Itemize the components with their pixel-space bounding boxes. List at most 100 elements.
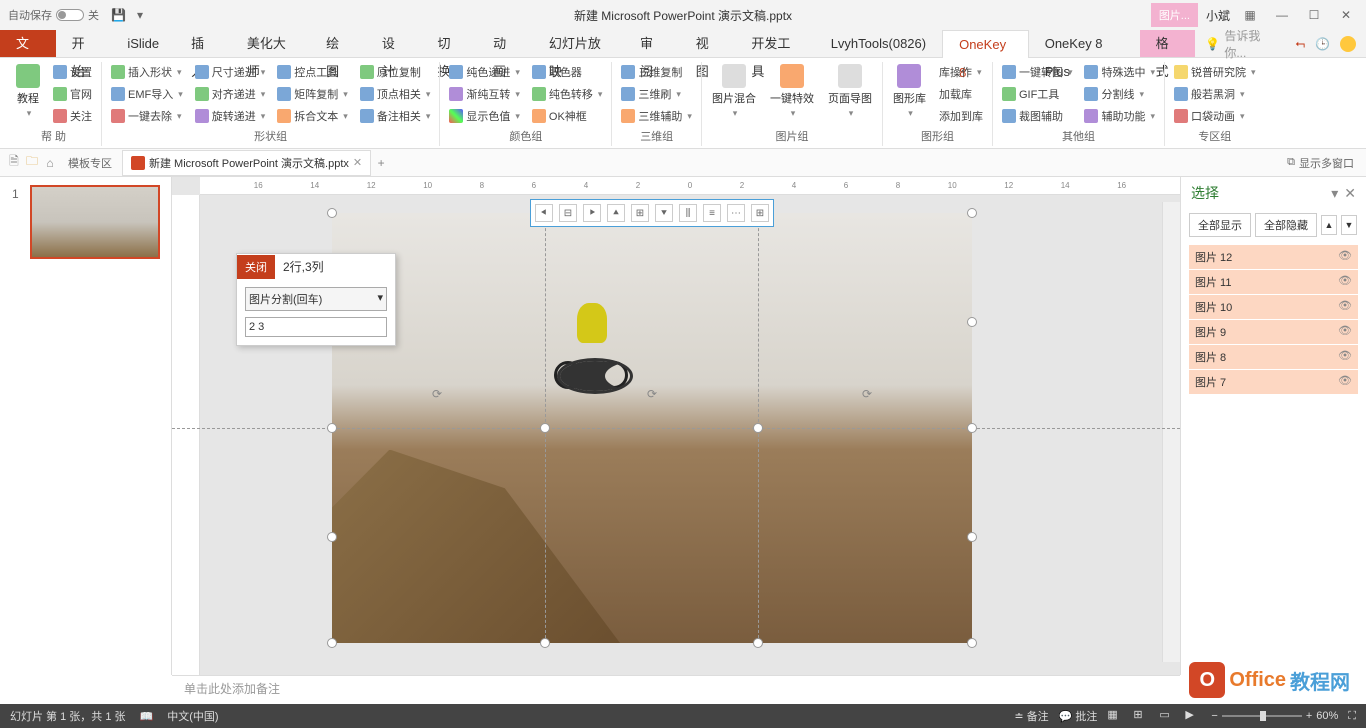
home-icon[interactable]: ⌂ xyxy=(42,155,58,171)
spec-sel-button[interactable]: 特殊选中▾ xyxy=(1081,62,1158,82)
origin-copy-button[interactable]: 原位复制 xyxy=(357,62,434,82)
show-val-button[interactable]: 显示色值▾ xyxy=(446,106,523,126)
handle-br[interactable] xyxy=(967,638,977,648)
tab-beautify[interactable]: 美化大师 xyxy=(231,30,310,57)
visibility-icon[interactable]: 👁 xyxy=(1338,299,1352,315)
autosave-toggle[interactable]: 自动保存 关 xyxy=(8,7,99,23)
copy3d-button[interactable]: 三维复制 xyxy=(618,62,695,82)
align-bottom-icon[interactable]: ⯆ xyxy=(655,204,673,222)
visibility-icon[interactable]: 👁 xyxy=(1338,249,1352,265)
move-up-icon[interactable]: ▲ xyxy=(1321,215,1337,235)
brush3d-button[interactable]: 三维刷▾ xyxy=(618,84,695,104)
spellcheck-icon[interactable]: 📖 xyxy=(140,710,154,723)
selection-item[interactable]: 图片 11👁 xyxy=(1189,270,1358,294)
addlib-button[interactable]: 加载库 xyxy=(936,84,986,104)
blend-button[interactable]: 图片混合▾ xyxy=(708,62,760,126)
one-trans-button[interactable]: 一键转图▾ xyxy=(999,62,1076,82)
gif-tool-button[interactable]: GIF工具 xyxy=(999,84,1076,104)
visibility-icon[interactable]: 👁 xyxy=(1338,349,1352,365)
normal-view-icon[interactable]: ▦ xyxy=(1107,708,1123,724)
visibility-icon[interactable]: 👁 xyxy=(1338,324,1352,340)
history-icon[interactable]: 🕒 xyxy=(1315,37,1330,51)
selection-item[interactable]: 图片 8👁 xyxy=(1189,345,1358,369)
pure-trans-button[interactable]: 纯色转移▾ xyxy=(529,84,606,104)
handle-mr[interactable] xyxy=(967,423,977,433)
backup-rel-button[interactable]: 备注相关▾ xyxy=(357,106,434,126)
reading-view-icon[interactable]: ▭ xyxy=(1159,708,1175,724)
tab-islide[interactable]: iSlide xyxy=(111,30,175,57)
addtolib-button[interactable]: 添加到库 xyxy=(936,106,986,126)
active-doc-tab[interactable]: 新建 Microsoft PowerPoint 演示文稿.pptx ✕ xyxy=(122,150,371,176)
pane-close-icon[interactable]: ✕ xyxy=(1344,185,1356,202)
selection-item[interactable]: 图片 10👁 xyxy=(1189,295,1358,319)
one-clear-button[interactable]: 一键去除▾ xyxy=(108,106,186,126)
rotate-icon-2[interactable]: ⟳ xyxy=(647,387,663,403)
distribute-h-icon[interactable]: ⫼ xyxy=(679,204,697,222)
maximize-icon[interactable]: ☐ xyxy=(1302,3,1326,27)
slide-editor[interactable]: 1614121086420246810121416 ⯇ ⊟ ⯈ ⯅ ⊞ ⯆ ⫼ … xyxy=(172,177,1180,675)
rotate-inc-button[interactable]: 旋转递进▾ xyxy=(192,106,269,126)
tab-draw[interactable]: 绘图 xyxy=(310,30,366,57)
handle-b1[interactable] xyxy=(540,638,550,648)
align-top-icon[interactable]: ⯅ xyxy=(607,204,625,222)
toggle-icon[interactable] xyxy=(56,9,84,21)
move-down-icon[interactable]: ▼ xyxy=(1341,215,1357,235)
libop-button[interactable]: 库操作▾ xyxy=(936,62,986,82)
rotate-icon-1[interactable]: ⟳ xyxy=(432,387,448,403)
popup-close-button[interactable]: 关闭 xyxy=(237,255,275,279)
pane-dropdown-icon[interactable]: ▾ xyxy=(1331,185,1338,202)
tab-insert[interactable]: 插入 xyxy=(175,30,231,57)
face-icon[interactable] xyxy=(1340,36,1356,52)
minimize-icon[interactable]: — xyxy=(1270,3,1294,27)
tab-format[interactable]: 格式 xyxy=(1140,30,1196,57)
picker-button[interactable]: 取色器 xyxy=(529,62,606,82)
glib-button[interactable]: 图形库▾ xyxy=(889,62,930,126)
folder-icon[interactable]: 🗀 xyxy=(24,155,40,171)
onefx-button[interactable]: 一键特效▾ xyxy=(766,62,818,126)
fit-window-icon[interactable]: ⛶ xyxy=(1348,710,1356,723)
handle-r2[interactable] xyxy=(967,532,977,542)
visibility-icon[interactable]: 👁 xyxy=(1338,374,1352,390)
crop-aux-button[interactable]: 裁图辅助 xyxy=(999,106,1076,126)
tell-me-search[interactable]: 💡 告诉我你... xyxy=(1195,30,1285,57)
notes-placeholder[interactable]: 单击此处添加备注 xyxy=(172,675,1180,703)
tutorial-button[interactable]: 教程▾ xyxy=(12,62,44,126)
zoom-control[interactable]: − + 60% xyxy=(1211,710,1338,722)
share-icon[interactable]: ⮢ xyxy=(1295,36,1305,51)
bh-button[interactable]: 般若黑洞▾ xyxy=(1171,84,1259,104)
split-line-button[interactable]: 分割线▾ xyxy=(1081,84,1158,104)
handle-m2[interactable] xyxy=(753,423,763,433)
align-inc-button[interactable]: 对齐递进▾ xyxy=(192,84,269,104)
aux-func-button[interactable]: 辅助功能▾ xyxy=(1081,106,1158,126)
visibility-icon[interactable]: 👁 xyxy=(1338,274,1352,290)
hide-all-button[interactable]: 全部隐藏 xyxy=(1255,213,1317,237)
handle-tr[interactable] xyxy=(967,208,977,218)
add-tab-icon[interactable]: + xyxy=(373,155,389,171)
pure-inc-button[interactable]: 纯色递进▾ xyxy=(446,62,523,82)
popup-select[interactable]: 图片分割(回车) ▾ xyxy=(245,287,387,311)
vertex-rel-button[interactable]: 顶点相关▾ xyxy=(357,84,434,104)
align-middle-v-icon[interactable]: ⊞ xyxy=(631,204,649,222)
tab-design[interactable]: 设计 xyxy=(366,30,422,57)
sorter-view-icon[interactable]: ⊞ xyxy=(1133,708,1149,724)
matrix-copy-button[interactable]: 矩阵复制▾ xyxy=(274,84,351,104)
official-button[interactable]: 官网 xyxy=(50,84,95,104)
language-label[interactable]: 中文(中国) xyxy=(167,708,218,724)
tab-animation[interactable]: 动画 xyxy=(477,30,533,57)
emf-import-button[interactable]: EMF导入▾ xyxy=(108,84,186,104)
pagenav-button[interactable]: 页面导图▾ xyxy=(824,62,876,126)
zoom-out-icon[interactable]: − xyxy=(1211,710,1217,722)
tab-review[interactable]: 审阅 xyxy=(624,30,680,57)
handle-tl[interactable] xyxy=(327,208,337,218)
template-link[interactable]: 模板专区 xyxy=(60,155,120,171)
distribute-v-icon[interactable]: ≡ xyxy=(703,204,721,222)
rp-inst-button[interactable]: 锐普研究院▾ xyxy=(1171,62,1259,82)
zoom-slider[interactable] xyxy=(1222,715,1302,717)
tab-slideshow[interactable]: 幻灯片放映 xyxy=(533,30,624,57)
split-text-button[interactable]: 拆合文本▾ xyxy=(274,106,351,126)
tab-transition[interactable]: 切换 xyxy=(422,30,478,57)
tab-lvyh[interactable]: LvyhTools(0826) xyxy=(815,30,942,57)
align-right-icon[interactable]: ⯈ xyxy=(583,204,601,222)
qat-more-icon[interactable]: ▾ xyxy=(137,8,151,22)
split-line-h1[interactable] xyxy=(172,428,1180,429)
